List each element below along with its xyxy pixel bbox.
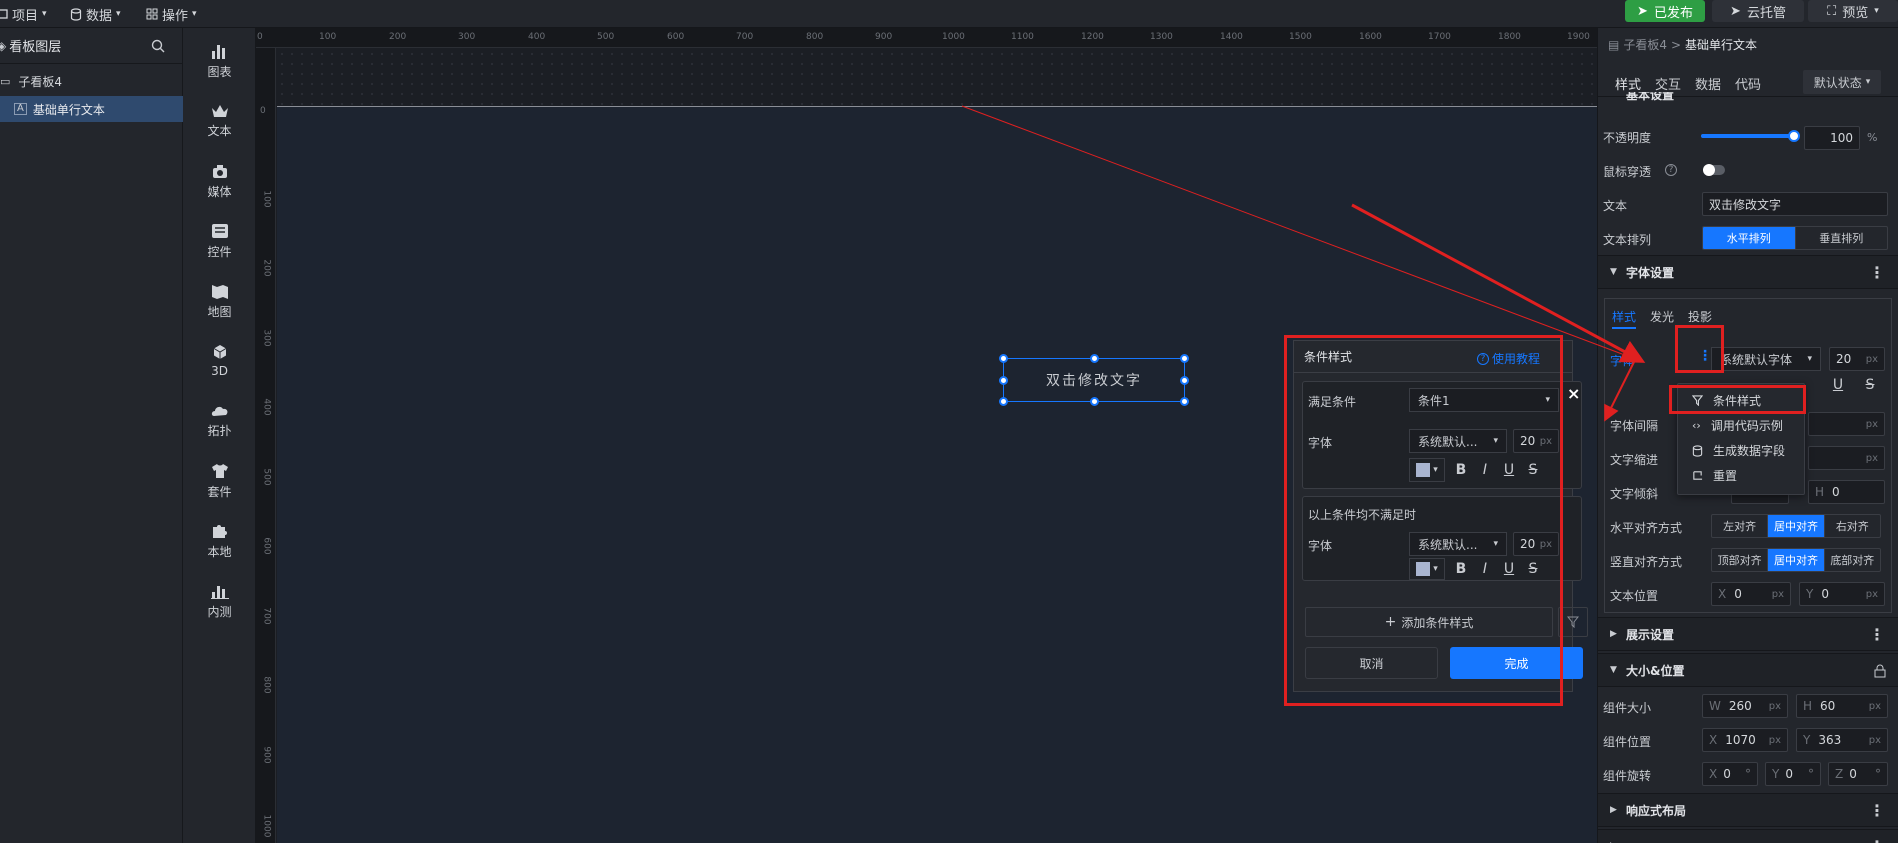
annotation-thin-line xyxy=(961,105,1639,361)
annotation-arrow-down xyxy=(1604,359,1636,422)
annotation-arrow-main xyxy=(1351,203,1646,363)
annotation-arrows xyxy=(961,105,1646,422)
